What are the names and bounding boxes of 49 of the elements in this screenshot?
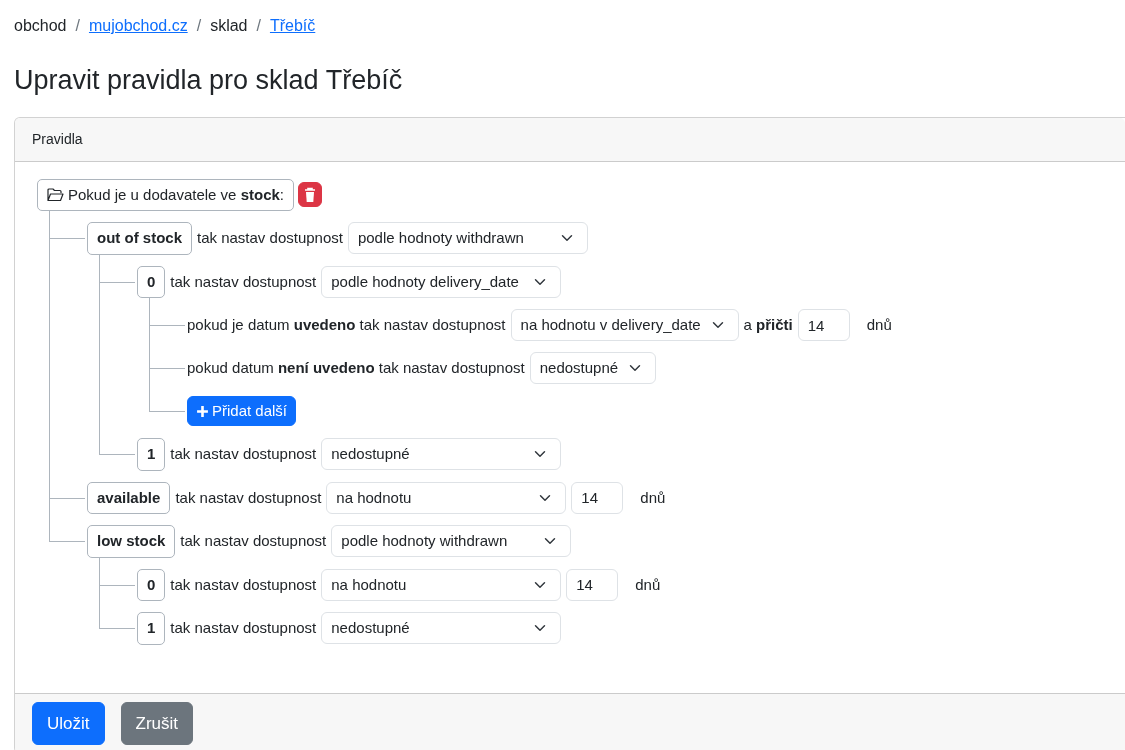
days-input[interactable]: 14 bbox=[797, 309, 850, 341]
availability-select[interactable]: na hodnotu bbox=[321, 568, 562, 601]
value-key-box: 0 bbox=[137, 568, 166, 601]
page-title: Upravit pravidla pro sklad Třebíč bbox=[14, 64, 404, 97]
value-key-box: 0 bbox=[137, 265, 166, 298]
breadcrumb-separator: / bbox=[196, 16, 202, 36]
value-key-box: available bbox=[87, 481, 171, 514]
rule-text: tak nastav dostupnost bbox=[197, 228, 343, 248]
days-unit: dnů bbox=[640, 487, 666, 508]
rule-text: tak nastav dostupnost bbox=[170, 574, 317, 595]
add-days-label: a přičti bbox=[743, 314, 793, 335]
value-key-box: 1 bbox=[137, 612, 166, 645]
days-unit: dnů bbox=[635, 574, 661, 595]
folder-icon bbox=[47, 187, 64, 202]
breadcrumb-separator: / bbox=[75, 16, 80, 36]
delete-button[interactable] bbox=[298, 182, 322, 208]
value-key-box: 1 bbox=[137, 438, 166, 471]
availability-select[interactable]: nedostupné bbox=[321, 612, 562, 645]
condition-text: pokud datum není uvedeno tak nastav dostupnost bbox=[187, 357, 525, 378]
rule-text: tak nastav dostupnost bbox=[170, 271, 317, 292]
value-key-box: low stock bbox=[87, 525, 176, 558]
availability-select[interactable]: nedostupné bbox=[529, 352, 656, 384]
days-unit: dnů bbox=[866, 314, 892, 335]
rule-text: tak nastav dostupnost bbox=[180, 531, 327, 551]
rule-text: tak nastav dostupnost bbox=[170, 444, 317, 464]
rule-text: tak nastav dostupnost bbox=[175, 487, 322, 508]
save-button[interactable]: Uložit bbox=[32, 701, 105, 745]
availability-select[interactable]: na hodnotu bbox=[326, 481, 567, 514]
condition-box: Pokud je u dodavatele ve stock: bbox=[37, 178, 294, 211]
breadcrumb-link[interactable]: mujobchod.cz bbox=[88, 14, 188, 38]
days-input[interactable]: 14 bbox=[566, 568, 619, 601]
trash-icon bbox=[304, 187, 316, 204]
availability-select[interactable]: nedostupné bbox=[321, 438, 562, 471]
availability-select[interactable]: podle hodnoty delivery_date bbox=[321, 265, 562, 298]
days-input[interactable]: 14 bbox=[571, 481, 624, 514]
availability-select[interactable]: podle hodnoty withdrawn bbox=[347, 222, 588, 255]
availability-select[interactable]: na hodnotu v delivery_date bbox=[510, 309, 739, 341]
plus-icon bbox=[196, 404, 209, 418]
add-button[interactable]: Přidat další bbox=[187, 395, 297, 427]
breadcrumb-item: sklad bbox=[210, 16, 248, 36]
condition-text: pokud je datum uvedeno tak nastav dostupnost bbox=[187, 314, 506, 335]
breadcrumb-separator: / bbox=[256, 16, 261, 36]
availability-select[interactable]: podle hodnoty withdrawn bbox=[331, 525, 572, 558]
card-header: Pravidla bbox=[15, 117, 1125, 162]
cancel-button[interactable]: Zrušit bbox=[120, 701, 193, 745]
value-key-box: out of stock bbox=[87, 222, 192, 255]
breadcrumb-item: obchod bbox=[14, 16, 67, 36]
rule-text: tak nastav dostupnost bbox=[170, 618, 317, 638]
breadcrumb-link[interactable]: Třebíč bbox=[269, 14, 316, 38]
